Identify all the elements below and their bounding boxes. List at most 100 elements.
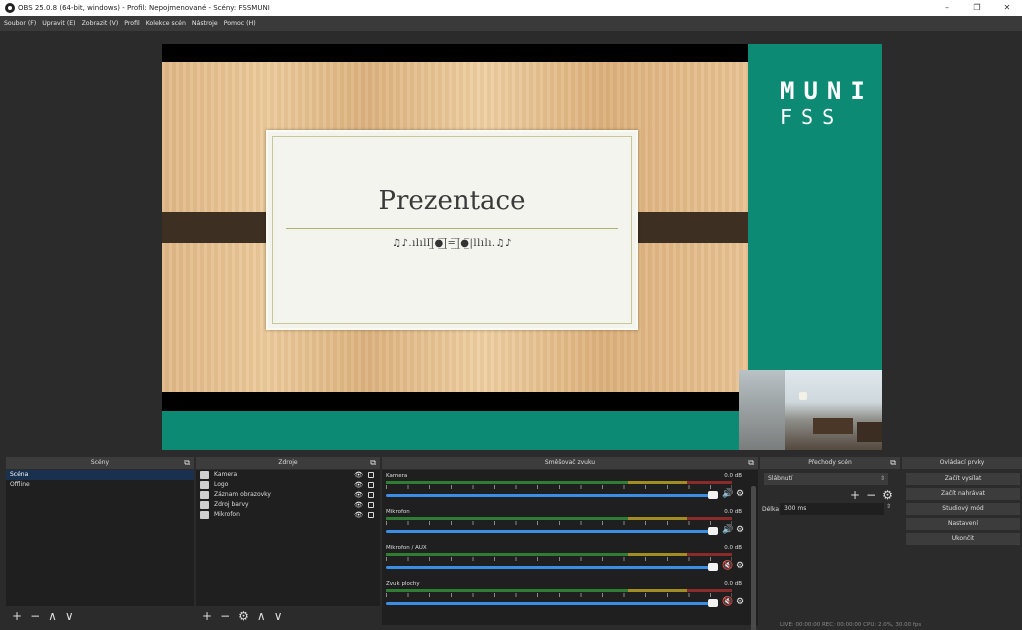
window-controls: – ❐ ✕ (932, 0, 1022, 16)
add-transition-button[interactable]: + (850, 488, 860, 502)
settings-button[interactable]: Nastavení (906, 518, 1020, 530)
remove-source-button[interactable]: − (220, 609, 230, 623)
menu-help[interactable]: Pomoc (H) (224, 20, 256, 27)
scene-item[interactable]: Offline (6, 480, 194, 490)
undock-icon[interactable]: ⧉ (370, 457, 376, 469)
gear-icon[interactable]: ⚙ (736, 525, 744, 535)
source-item[interactable]: Logo 👁 (196, 480, 380, 490)
move-up-icon[interactable]: ∧ (257, 609, 266, 623)
mixer-channel: Mikrofon / AUX 0.0 dB 🔇 ⚙ (386, 545, 746, 579)
move-down-icon[interactable]: ∨ (65, 609, 74, 623)
undock-icon[interactable]: ⧉ (890, 457, 896, 469)
image-icon (200, 481, 209, 489)
menu-file[interactable]: Soubor (F) (4, 20, 36, 27)
visibility-eye-icon[interactable]: 👁 (354, 500, 363, 510)
webcam-wall (739, 370, 785, 450)
scene-item[interactable]: Scéna (6, 470, 194, 480)
volume-slider-handle[interactable] (708, 491, 718, 499)
transition-select[interactable]: Slábnutí (764, 473, 888, 485)
gear-icon[interactable]: ⚙ (736, 561, 744, 571)
camera-icon (200, 471, 209, 479)
move-up-icon[interactable]: ∧ (48, 609, 57, 623)
mixer-title: Směšovač zvuku (544, 459, 596, 466)
muted-speaker-icon[interactable]: 🔇 (722, 597, 733, 607)
move-down-icon[interactable]: ∨ (274, 609, 283, 623)
transitions-panel: Přechody scén ⧉ Slábnutí ⇕ + − ⚙ Délka 3… (760, 457, 900, 625)
speaker-icon[interactable]: 🔊 (722, 489, 733, 499)
logo-line-1: MUNI (780, 77, 874, 105)
channel-name: Mikrofon / AUX (386, 545, 427, 551)
muted-speaker-icon[interactable]: 🔇 (722, 561, 733, 571)
lock-icon[interactable] (368, 472, 374, 478)
meter-scale (386, 521, 732, 525)
volume-slider-handle[interactable] (708, 599, 718, 607)
logo-line-2: FSS (780, 105, 844, 129)
slide-card-border (272, 136, 632, 324)
studio-mode-button[interactable]: Studiový mód (906, 503, 1020, 515)
undock-icon[interactable]: ⧉ (184, 457, 190, 469)
minimize-button[interactable]: – (932, 0, 962, 16)
start-recording-button[interactable]: Začít nahrávat (906, 488, 1020, 500)
close-button[interactable]: ✕ (992, 0, 1022, 16)
lock-icon[interactable] (368, 492, 374, 498)
start-streaming-button[interactable]: Začít vysílat (906, 473, 1020, 485)
volume-meter (386, 589, 732, 592)
mixer-header: Směšovač zvuku ⧉ (382, 457, 758, 469)
volume-slider[interactable] (386, 530, 714, 533)
speaker-icon[interactable]: 🔊 (722, 525, 733, 535)
webcam-feed (739, 370, 882, 450)
lock-icon[interactable] (368, 512, 374, 518)
add-scene-button[interactable]: + (12, 609, 22, 623)
volume-slider[interactable] (386, 602, 714, 605)
visibility-eye-icon[interactable]: 👁 (354, 490, 363, 500)
volume-slider[interactable] (386, 494, 714, 497)
maximize-button[interactable]: ❐ (962, 0, 992, 16)
source-item[interactable]: Zdroj barvy 👁 (196, 500, 380, 510)
gear-icon[interactable]: ⚙ (238, 609, 249, 623)
gear-icon[interactable]: ⚙ (736, 597, 744, 607)
lock-icon[interactable] (368, 502, 374, 508)
remove-scene-button[interactable]: − (30, 609, 40, 623)
source-label: Záznam obrazovky (214, 491, 271, 498)
spinner-icon[interactable]: ⇕ (886, 503, 891, 510)
volume-slider[interactable] (386, 566, 714, 569)
source-item[interactable]: Kamera 👁 (196, 470, 380, 480)
slide-subtitle: ♫♪.ılıll|̲̅●̲̅|̲̅=̲̅|̲̅●̲̅|llılı.♫♪ (392, 238, 512, 249)
menu-view[interactable]: Zobrazit (V) (82, 20, 119, 27)
visibility-eye-icon[interactable]: 👁 (354, 470, 363, 480)
transitions-header: Přechody scén ⧉ (760, 457, 900, 469)
menu-profile[interactable]: Profil (124, 20, 139, 27)
mixer-scrollbar[interactable] (751, 486, 756, 630)
volume-slider-handle[interactable] (708, 563, 718, 571)
scenes-list: Scéna Offline (6, 470, 194, 606)
gear-icon[interactable]: ⚙ (736, 489, 744, 499)
exit-button[interactable]: Ukončit (906, 533, 1020, 545)
controls-header: Ovládací prvky (902, 457, 1022, 469)
channel-db: 0.0 dB (724, 473, 742, 479)
meter-scale (386, 593, 732, 597)
menu-edit[interactable]: Upravit (E) (42, 20, 75, 27)
menu-tools[interactable]: Nástroje (192, 20, 218, 27)
window-title: OBS 25.0.8 (64-bit, windows) - Profil: N… (18, 4, 270, 12)
duration-input[interactable]: 300 ms (780, 503, 884, 515)
add-source-button[interactable]: + (202, 609, 212, 623)
slide-bar-right (628, 212, 748, 243)
mixer-channel: Mikrofon 0.0 dB 🔊 ⚙ (386, 509, 746, 543)
mixer-channels: Kamera 0.0 dB 🔊 ⚙ Mikrofon 0.0 dB 🔊 ⚙ Mi… (382, 470, 758, 630)
dropdown-arrow-icon[interactable]: ⇕ (880, 475, 885, 482)
lock-icon[interactable] (368, 482, 374, 488)
dock-area: Scény ⧉ Scéna Offline + − ∧ ∨ Zdroje ⧉ K… (0, 455, 1022, 630)
visibility-eye-icon[interactable]: 👁 (354, 480, 363, 490)
volume-slider-handle[interactable] (708, 527, 718, 535)
undock-icon[interactable]: ⧉ (748, 457, 754, 469)
slide-divider (286, 228, 618, 229)
sources-toolbar: + − ⚙ ∧ ∨ (196, 607, 380, 625)
source-item[interactable]: Mikrofon 👁 (196, 510, 380, 520)
source-item[interactable]: Záznam obrazovky 👁 (196, 490, 380, 500)
gear-icon[interactable]: ⚙ (882, 488, 893, 502)
menu-scene-collection[interactable]: Kolekce scén (146, 20, 186, 27)
meter-scale (386, 557, 732, 561)
visibility-eye-icon[interactable]: 👁 (354, 510, 363, 520)
remove-transition-button[interactable]: − (866, 488, 876, 502)
program-canvas[interactable]: Prezentace ♫♪.ılıll|̲̅●̲̅|̲̅=̲̅|̲̅●̲̅|ll… (162, 44, 882, 450)
